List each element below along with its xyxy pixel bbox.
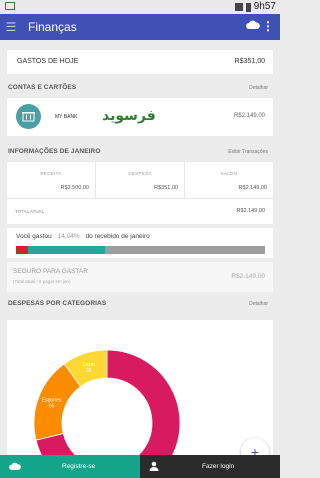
month-section-title: INFORMAÇÕES DE JANEIRO	[8, 148, 101, 155]
status-bar: 9h57	[0, 0, 280, 14]
bank-name: MY BANK	[55, 114, 78, 120]
donut-value-lazer: 35	[86, 368, 92, 374]
app-bar: ☰ Finanças ⋮	[0, 14, 280, 40]
safe-subtitle: (Total atual - a pagar em jan)	[13, 279, 71, 284]
spent-percent: 14,04%	[57, 233, 80, 240]
battery-icon	[245, 2, 251, 12]
bottom-bar: Registre-se Fazer login	[0, 455, 280, 478]
safe-to-spend-card: SEGURO PARA GASTAR (Total atual - a paga…	[7, 262, 273, 292]
total-label: TOTAL ATUAL	[15, 209, 45, 214]
register-button[interactable]: Registre-se	[0, 455, 140, 478]
notification-icon	[5, 2, 15, 10]
status-time: 9h57	[253, 1, 276, 12]
chart-card: Estudos250Esportes66Lazer35	[7, 320, 273, 478]
bank-value: R$2.149,00	[233, 113, 265, 119]
login-button[interactable]: Fazer login	[140, 455, 280, 478]
cloud-icon[interactable]	[246, 20, 260, 29]
safe-title: SEGURO PARA GASTAR	[13, 268, 88, 275]
show-transactions-link[interactable]: Exibir Transações	[228, 149, 268, 155]
balance-label: SALDO	[220, 171, 238, 176]
user-icon	[149, 461, 159, 471]
spent-progress-marker	[16, 246, 28, 254]
income-value: R$2.500,00	[60, 185, 89, 191]
today-value: R$351,00	[234, 58, 265, 65]
today-card[interactable]: GASTOS DE HOJE R$351,00	[7, 50, 273, 74]
expense-value: R$351,00	[154, 185, 178, 191]
login-label: Fazer login	[202, 463, 235, 470]
expense-label: DESPESA	[128, 171, 152, 176]
register-label: Registre-se	[62, 463, 96, 470]
spent-suffix: do recebido de janeiro	[85, 233, 150, 240]
expense-cell: DESPESA R$351,00	[96, 162, 185, 198]
balance-cell: SALDO R$2.149,00	[185, 162, 273, 198]
spent-card: Você gastou 14,04% do recebido de janeir…	[7, 228, 273, 258]
income-cell: RECEITA R$2.500,00	[7, 162, 96, 198]
income-label: RECEITA	[40, 171, 62, 176]
watermark-logo: فرسوید	[102, 108, 156, 124]
accounts-section-title: CONTAS E CARTÕES	[8, 84, 77, 91]
bank-icon	[16, 104, 41, 129]
spent-prefix: Você gastou	[16, 233, 52, 240]
categories-section-title: DESPESAS POR CATEGORIAS	[8, 300, 107, 307]
total-value: R$2.149,00	[236, 208, 265, 214]
donut-value-esportes: 66	[49, 404, 55, 410]
today-label: GASTOS DE HOJE	[17, 58, 79, 65]
more-vert-icon[interactable]: ⋮	[262, 19, 274, 33]
spent-progress-fill	[28, 246, 105, 254]
safe-value: R$2.149,00	[231, 273, 265, 280]
month-info-card: RECEITA R$2.500,00 DESPESA R$351,00 SALD…	[7, 162, 273, 224]
app-title: Finanças	[28, 20, 77, 34]
spent-progress-bar	[16, 246, 265, 254]
categories-details-link[interactable]: Detalhar	[249, 301, 268, 307]
menu-icon[interactable]: ☰	[0, 20, 22, 34]
category-donut-chart: Estudos250Esportes66Lazer35	[33, 349, 181, 478]
accounts-details-link[interactable]: Detalhar	[249, 85, 268, 91]
divider	[7, 198, 273, 199]
balance-value: R$2.149,00	[238, 185, 267, 191]
bank-account-row[interactable]: MY BANK فرسوید R$2.149,00	[7, 98, 273, 136]
signal-icon	[234, 3, 243, 11]
cloud-icon	[9, 462, 21, 470]
